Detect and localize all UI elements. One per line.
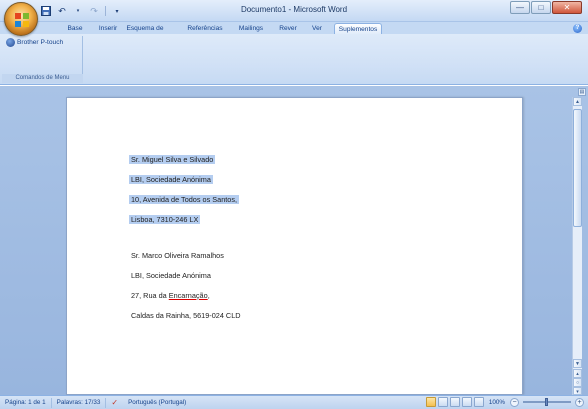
vertical-scrollbar[interactable]: ▲ ▼ ▴ ○ ▾ xyxy=(572,97,582,395)
print-layout-view-icon[interactable] xyxy=(425,397,436,407)
text-segment: 27, Rua da xyxy=(131,291,169,300)
text-segment: , xyxy=(207,291,210,300)
selected-text: LBI, Sociedade Anónima xyxy=(129,175,213,184)
full-screen-reading-view-icon[interactable] xyxy=(437,397,448,407)
scroll-up-icon[interactable]: ▲ xyxy=(573,97,582,106)
scroll-down-icon[interactable]: ▼ xyxy=(573,359,582,368)
tab-referencias[interactable]: Referências xyxy=(184,23,226,34)
group-label: Comandos de Menu xyxy=(2,74,83,83)
zoom-in-icon[interactable]: + xyxy=(575,397,584,407)
address-line[interactable]: 10, Avenida de Todos os Santos, xyxy=(129,192,240,208)
address-line[interactable]: Lisboa, 7310-246 LX xyxy=(129,212,201,228)
address-line[interactable]: 27, Rua da Encarnação, xyxy=(131,288,210,304)
address-line[interactable]: LBI, Sociedade Anónima xyxy=(131,268,211,284)
help-icon[interactable]: ? xyxy=(573,24,582,33)
selected-text: Sr. Miguel Silva e Silvado xyxy=(129,155,216,164)
office-button[interactable] xyxy=(4,2,38,36)
office-logo-icon xyxy=(15,13,29,27)
address-line[interactable]: Caldas da Rainha, 5619-024 CLD xyxy=(131,308,241,324)
tab-esquema-de-pagina[interactable]: Esquema de Página xyxy=(116,23,174,43)
close-button[interactable]: ✕ xyxy=(552,1,582,14)
maximize-button[interactable]: □ xyxy=(531,1,551,14)
ribbon-group-comandos-de-menu: Brother P-touch Comandos de Menu xyxy=(2,36,83,83)
ribbon: Brother P-touch Comandos de Menu xyxy=(0,34,588,85)
web-layout-view-icon[interactable] xyxy=(449,397,460,407)
tab-suplementos[interactable]: Suplementos xyxy=(334,23,382,34)
previous-page-icon[interactable]: ▴ xyxy=(573,369,582,378)
view-zoom-controls: 100% − + xyxy=(425,397,584,407)
address-line[interactable]: Sr. Miguel Silva e Silvado xyxy=(129,152,216,168)
draft-view-icon[interactable] xyxy=(473,397,484,407)
word-count[interactable]: Palavras: 17/33 xyxy=(52,397,107,408)
tab-rever[interactable]: Rever xyxy=(277,23,299,34)
status-bar: Página: 1 de 1 Palavras: 17/33 ✓ Portugu… xyxy=(0,395,588,409)
language-label[interactable]: Português (Portugal) xyxy=(123,398,191,408)
title-bar: ↶ ▾ ↷ ▾ Documento1 - Microsoft Word — □ … xyxy=(0,0,588,22)
ribbon-tabs: Base Inserir Esquema de Página Referênci… xyxy=(0,22,588,43)
tab-ver[interactable]: Ver xyxy=(309,23,325,34)
page-count[interactable]: Página: 1 de 1 xyxy=(0,397,52,408)
document-page[interactable]: Sr. Miguel Silva e Silvado LBI, Sociedad… xyxy=(66,97,523,395)
minimize-button[interactable]: — xyxy=(510,1,530,14)
browse-object-icon[interactable]: ○ xyxy=(573,378,582,387)
language-indicator[interactable]: ✓ xyxy=(106,398,123,408)
address-line[interactable]: LBI, Sociedade Anónima xyxy=(129,172,213,188)
zoom-slider[interactable] xyxy=(523,398,571,406)
next-page-icon[interactable]: ▾ xyxy=(573,387,582,395)
brother-ptouch-label: Brother P-touch xyxy=(17,39,64,46)
window-controls: — □ ✕ xyxy=(510,1,582,14)
zoom-slider-knob[interactable] xyxy=(545,398,548,406)
address-line[interactable]: Sr. Marco Oliveira Ramalhos xyxy=(131,248,224,264)
brother-ptouch-icon xyxy=(6,38,15,47)
selected-text: 10, Avenida de Todos os Santos, xyxy=(129,195,240,204)
scroll-thumb[interactable] xyxy=(573,109,582,227)
outline-view-icon[interactable] xyxy=(461,397,472,407)
brother-ptouch-button[interactable]: Brother P-touch xyxy=(6,38,63,47)
tab-mailings[interactable]: Mailings xyxy=(236,23,266,34)
misspelled-word[interactable]: Encarnação xyxy=(169,291,208,300)
ruler-toggle-icon[interactable]: ▤ xyxy=(578,88,586,96)
zoom-level[interactable]: 100% xyxy=(489,399,505,406)
tab-base[interactable]: Base xyxy=(63,23,87,34)
zoom-out-icon[interactable]: − xyxy=(510,397,519,407)
proofing-icon: ✓ xyxy=(111,397,119,407)
window-title: Documento1 - Microsoft Word xyxy=(240,5,348,14)
selected-text: Lisboa, 7310-246 LX xyxy=(129,215,201,224)
